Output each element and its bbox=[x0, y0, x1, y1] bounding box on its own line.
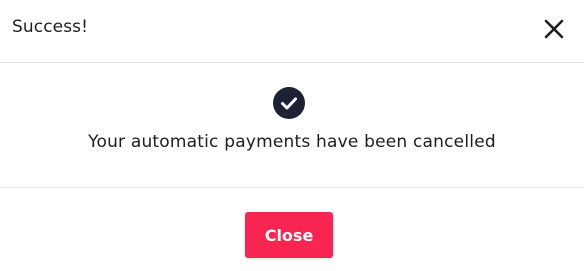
close-button[interactable]: Close bbox=[245, 212, 333, 258]
success-message: Your automatic payments have been cancel… bbox=[88, 132, 496, 152]
dialog-title: Success! bbox=[12, 17, 89, 37]
dialog-header: Success! bbox=[0, 0, 584, 63]
dialog-footer: Close bbox=[0, 188, 584, 271]
dialog-body: Your automatic payments have been cancel… bbox=[0, 63, 584, 188]
close-icon[interactable] bbox=[542, 17, 566, 41]
success-dialog: Success! Your automatic payments have be… bbox=[0, 0, 584, 271]
check-circle-icon bbox=[273, 87, 305, 119]
